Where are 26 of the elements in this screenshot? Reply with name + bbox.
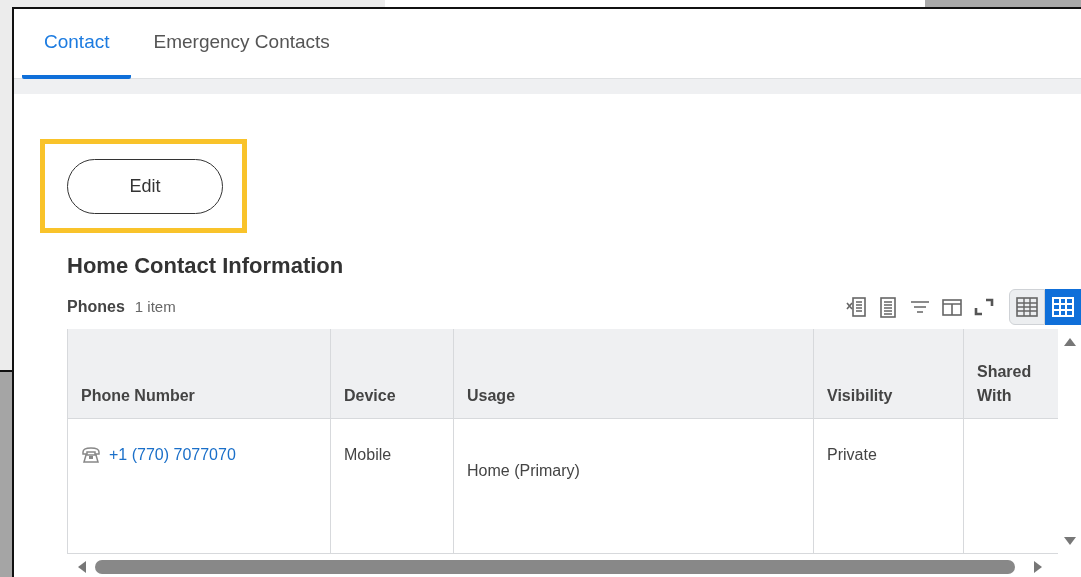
section-heading: Home Contact Information [67,253,345,280]
column-header: Device [330,329,454,419]
column-header: Visibility [813,329,964,419]
columns-icon[interactable] [941,296,963,319]
column-header: Shared With [963,329,1058,419]
phone-icon [81,445,101,464]
scroll-right-icon[interactable] [1033,559,1043,574]
phones-label: Phones [67,297,125,318]
document-icon[interactable] [877,296,899,319]
column-header: Phone Number [67,329,331,419]
item-count: 1 item [134,297,176,318]
grid-icon [1052,297,1074,318]
table-cell: Home (Primary) [453,418,814,554]
column-header: Usage [453,329,814,419]
scroll-left-icon[interactable] [77,559,87,574]
scroll-down-icon[interactable] [1062,535,1077,546]
table-cell: Mobile [330,418,454,554]
table-cell: Private [813,418,964,554]
scroll-up-icon[interactable] [1062,337,1077,348]
view-toggle-button[interactable] [1045,289,1081,326]
spreadsheet-icon[interactable] [845,296,867,319]
list-icon [1016,297,1038,318]
scrollbar-thumb[interactable] [95,559,1015,574]
phone-link[interactable]: +1 (770) 7077070 [109,442,236,467]
tab[interactable]: Emergency Contacts [131,9,352,79]
edit-button[interactable]: Edit [67,159,223,214]
